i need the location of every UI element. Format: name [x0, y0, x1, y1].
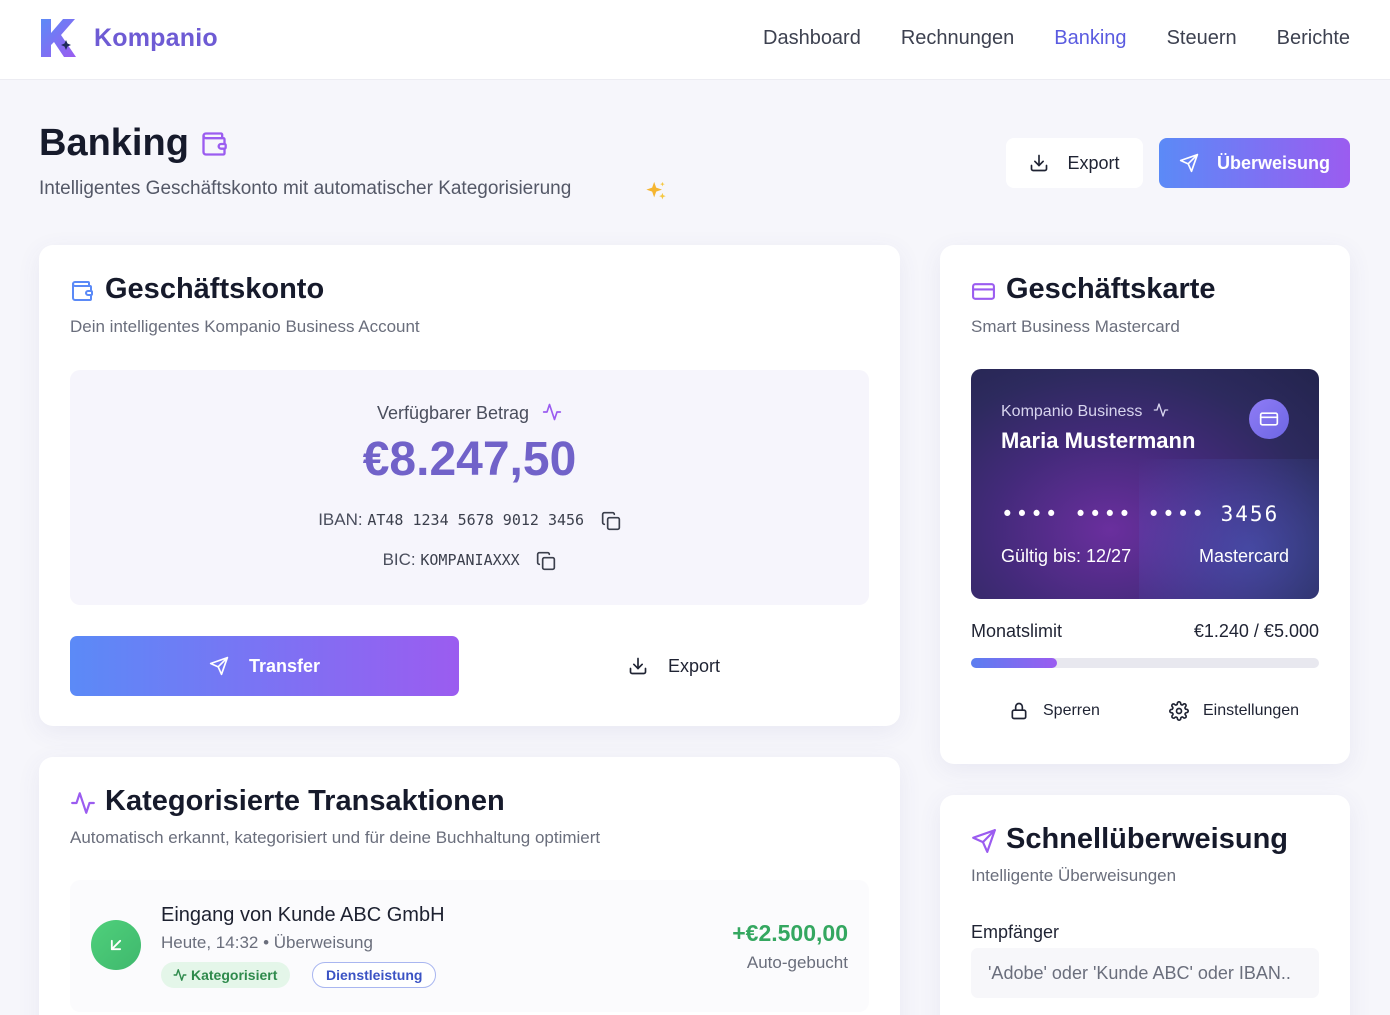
nav-berichte[interactable]: Berichte [1277, 27, 1350, 50]
credit-card-icon [972, 283, 995, 300]
export-button[interactable]: Export [479, 636, 869, 696]
transactions-subtitle: Automatisch erkannt, kategorisiert und f… [70, 828, 601, 847]
recipient-input[interactable] [971, 948, 1319, 998]
balance-label: Verfügbarer Betrag [376, 403, 530, 423]
lock-card-label: Sperren [1043, 702, 1100, 719]
quick-transfer-subtitle: Intelligente Überweisungen [971, 866, 1177, 885]
iban-value: AT48 1234 5678 9012 3456 [367, 511, 585, 529]
send-icon [972, 829, 996, 853]
card-settings-button[interactable]: Einstellungen [1169, 694, 1299, 728]
activity-icon [173, 969, 187, 981]
transaction-name: Eingang von Kunde ABC GmbH [161, 904, 445, 926]
download-icon [1031, 154, 1048, 172]
credit-card-visual[interactable]: Kompanio Business Maria Mustermann •••• … [971, 369, 1319, 599]
transfer-button-label: Transfer [248, 655, 321, 676]
ueberweisung-button-label: Überweisung [1216, 152, 1331, 173]
categorized-badge-label: Kategorisiert [191, 967, 278, 983]
account-card: Geschäftskonto Dein intelligentes Kompan… [39, 245, 900, 726]
iban-row: IBAN: AT48 1234 5678 9012 3456 [70, 510, 869, 531]
card-network: Mastercard [1198, 546, 1289, 566]
card-subtitle: Smart Business Mastercard [971, 317, 1180, 336]
brand-name[interactable]: Kompanio [94, 24, 218, 53]
top-navbar: Kompanio Dashboard Rechnungen Banking St… [0, 0, 1390, 80]
transaction-amount: +€2.500,00 [732, 920, 848, 946]
page-title: Banking [39, 122, 189, 164]
quick-transfer-title: Schnellüberweisung [1006, 823, 1288, 855]
wallet-icon [72, 281, 93, 301]
copy-bic-icon[interactable] [536, 551, 556, 571]
limit-label: Monatslimit [971, 621, 1063, 641]
export-button-label: Export [667, 655, 721, 676]
nav-banking[interactable]: Banking [1054, 27, 1126, 50]
transactions-card: Kategorisierte Transaktionen Automatisch… [39, 757, 900, 1015]
transaction-status: Auto-gebucht [746, 953, 848, 972]
transaction-row[interactable]: Eingang von Kunde ABC GmbH Heute, 14:32 … [70, 880, 869, 1012]
wallet-icon [202, 132, 227, 156]
activity-icon [71, 792, 95, 814]
card-brand-row: Kompanio Business [1001, 402, 1169, 421]
export-button-top[interactable]: Export [1006, 138, 1143, 188]
nav-rechnungen[interactable]: Rechnungen [901, 27, 1014, 50]
activity-icon [1153, 403, 1169, 417]
main-nav: Dashboard Rechnungen Banking Steuern Ber… [763, 27, 1350, 50]
transactions-title: Kategorisierte Transaktionen [105, 785, 505, 817]
bic-row: BIC: KOMPANIAXXX [70, 550, 869, 571]
limit-value: €1.240 / €5.000 [1193, 621, 1319, 641]
card-title: Geschäftskarte [1006, 273, 1216, 305]
export-button-label: Export [1067, 152, 1120, 173]
account-subtitle: Dein intelligentes Kompanio Business Acc… [70, 317, 420, 336]
lock-icon [1011, 702, 1027, 720]
card-chip-icon [1249, 399, 1289, 439]
balance-panel: Verfügbarer Betrag €8.247,50 IBAN: AT48 … [70, 370, 869, 605]
card-holder: Maria Mustermann [1001, 428, 1196, 453]
quick-transfer-card: Schnellüberweisung Intelligente Überweis… [940, 795, 1350, 1015]
category-badge[interactable]: Dienstleistung [312, 962, 437, 988]
card-number: •••• •••• •••• 3456 [1001, 502, 1280, 526]
activity-icon [542, 403, 562, 421]
incoming-transaction-icon [91, 920, 141, 970]
page-subtitle: Intelligentes Geschäftskonto mit automat… [39, 178, 572, 199]
ueberweisung-button[interactable]: Überweisung [1159, 138, 1350, 188]
balance-label-row: Verfügbarer Betrag [70, 402, 869, 424]
sparkles-icon [646, 181, 666, 200]
download-icon [629, 657, 647, 675]
bic-value: KOMPANIAXXX [420, 551, 520, 569]
nav-dashboard[interactable]: Dashboard [763, 27, 861, 50]
copy-iban-icon[interactable] [601, 511, 621, 531]
balance-value: €8.247,50 [362, 433, 577, 486]
iban-label: IBAN: [318, 510, 363, 529]
send-icon [1179, 153, 1199, 173]
business-card-panel: Geschäftskarte Smart Business Mastercard… [940, 245, 1350, 764]
gear-icon [1169, 701, 1189, 721]
limit-progress-fill [971, 658, 1058, 668]
categorized-badge: Kategorisiert [161, 962, 291, 988]
lock-card-button[interactable]: Sperren [1009, 694, 1100, 728]
bic-label: BIC: [382, 550, 416, 569]
card-brand: Kompanio Business [1001, 403, 1143, 420]
card-settings-label: Einstellungen [1203, 702, 1300, 719]
transfer-button[interactable]: Transfer [70, 636, 459, 696]
send-icon [209, 656, 229, 676]
limit-progress-bar [971, 658, 1319, 668]
transaction-meta: Heute, 14:32 • Überweisung [161, 933, 373, 952]
recipient-label: Empfänger [971, 922, 1060, 942]
kompanio-logo-icon[interactable] [38, 16, 78, 60]
card-expiry: Gültig bis: 12/27 [1001, 546, 1132, 566]
nav-steuern[interactable]: Steuern [1167, 27, 1237, 50]
account-title: Geschäftskonto [105, 273, 325, 305]
